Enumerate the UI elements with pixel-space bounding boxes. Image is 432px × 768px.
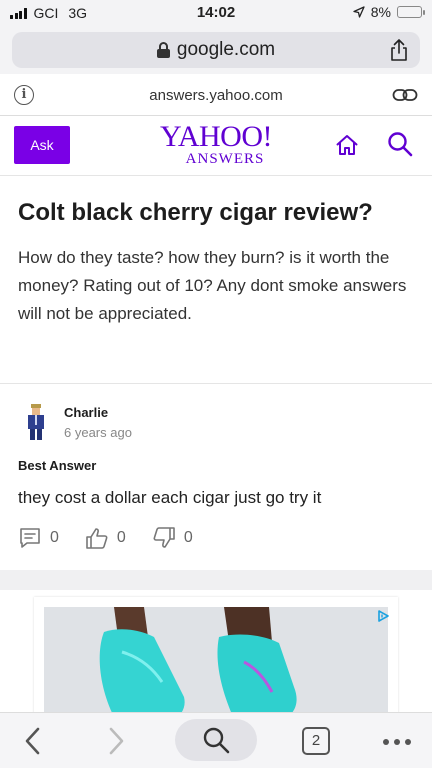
home-icon[interactable] [335, 133, 359, 157]
tabs-button[interactable]: 2 [302, 727, 330, 755]
ad-sneaker-illustration [44, 607, 388, 721]
toolbar-search-button[interactable] [175, 719, 257, 761]
logo-main: YAHOO! [160, 120, 273, 153]
ad-image[interactable] [44, 607, 388, 721]
search-icon[interactable] [387, 131, 413, 157]
question-body: How do they taste? how they burn? is it … [18, 248, 407, 323]
forward-icon[interactable] [105, 726, 127, 756]
status-right: 8% [353, 4, 425, 20]
yahoo-answers-logo[interactable]: YAHOO! ANSWERS [0, 120, 432, 167]
address-bar[interactable]: google.com [12, 32, 420, 68]
comment-count: 0 [50, 529, 59, 546]
answer-author[interactable]: Charlie [64, 405, 108, 420]
share-icon[interactable] [388, 38, 410, 62]
comment-icon [20, 528, 40, 548]
site-header: Ask YAHOO! ANSWERS [0, 116, 432, 176]
dislike-count: 0 [183, 529, 193, 546]
back-icon[interactable] [22, 726, 44, 756]
thumbs-up-button[interactable]: 0 [85, 526, 126, 550]
lock-icon [156, 42, 170, 58]
url-display: google.com [156, 39, 276, 61]
logo-sub: ANSWERS [185, 151, 265, 167]
location-icon [353, 6, 365, 18]
avatar[interactable] [24, 404, 48, 440]
comment-button[interactable]: 0 [18, 526, 59, 550]
search-icon [203, 727, 230, 754]
best-answer-label: Best Answer [18, 458, 97, 473]
battery-percent: 8% [370, 4, 391, 20]
link-icon[interactable] [392, 86, 418, 104]
amp-header: i answers.yahoo.com [0, 74, 432, 116]
browser-chrome: google.com [0, 26, 432, 74]
answer-text: they cost a dollar each cigar just go tr… [18, 488, 322, 507]
divider [0, 383, 432, 384]
ad-choices-icon[interactable] [376, 609, 390, 623]
thumbs-down-button[interactable]: 0 [152, 526, 193, 550]
section-gap [0, 570, 432, 590]
battery-icon [397, 6, 425, 18]
thumbs-up-icon [86, 528, 108, 549]
browser-toolbar: 2 [0, 712, 432, 768]
answer-time: 6 years ago [64, 425, 132, 440]
answer-actions: 0 0 0 [18, 526, 219, 550]
question: Colt black cherry cigar review? How do t… [18, 196, 418, 328]
question-title: Colt black cherry cigar review? [18, 199, 373, 226]
thumbs-down-icon [153, 527, 175, 548]
status-bar: GCI 3G 14:02 8% [0, 0, 432, 26]
page-domain: answers.yahoo.com [149, 87, 283, 104]
like-count: 0 [116, 529, 126, 546]
url-text: google.com [176, 39, 276, 60]
more-menu-icon[interactable] [383, 739, 411, 745]
advertisement[interactable] [34, 597, 398, 721]
